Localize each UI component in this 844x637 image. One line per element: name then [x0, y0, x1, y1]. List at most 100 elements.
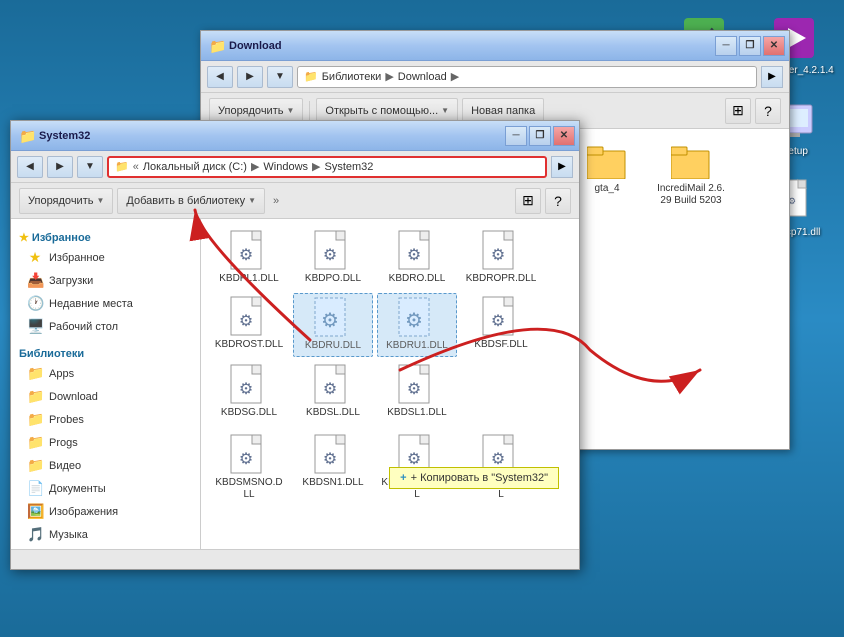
- kbdrost-icon: ⚙: [229, 297, 269, 337]
- copy-tooltip-text: + Копировать в "System32": [411, 472, 548, 484]
- sidebar-item-zagruzki[interactable]: 📥 Загрузки: [11, 269, 200, 292]
- explorer-bg-titlebar: 📁 Download ─ ❐ ✕: [201, 31, 789, 61]
- file-kbdsmsno[interactable]: ⚙ KBDSMSNO.DLL: [209, 431, 289, 505]
- sidebar-item-recentplaces[interactable]: 🕐 Недавние места: [11, 292, 200, 315]
- toolbar-sep-1: [309, 101, 310, 121]
- fg-favorites-header[interactable]: ★ Избранное: [11, 227, 200, 246]
- kbdro-icon: ⚙: [397, 231, 437, 271]
- kbdpl1-icon: ⚙: [229, 231, 269, 271]
- apps-icon: 📁: [27, 365, 43, 382]
- zagruzki-label: Загрузки: [49, 275, 93, 287]
- explorer-fg-forward-btn[interactable]: ▶: [47, 156, 73, 178]
- explorer-fg-title: System32: [39, 130, 90, 142]
- organize-arrow: ▼: [286, 106, 294, 115]
- explorer-fg-addlibrary-btn[interactable]: Добавить в библиотеку ▼: [117, 188, 265, 214]
- file-incredimail[interactable]: IncrediMail 2.6.29 Build 5203: [651, 137, 731, 223]
- file-incredimail-icon: [671, 141, 711, 181]
- explorer-bg-views-btn[interactable]: ⊞: [725, 98, 751, 124]
- svg-text:⚙: ⚙: [239, 313, 253, 330]
- sidebar-item-download[interactable]: 📁 Download: [11, 385, 200, 408]
- video-label: Видео: [49, 460, 81, 472]
- svg-text:⚙: ⚙: [407, 247, 421, 264]
- sidebar-item-music[interactable]: 🎵 Музыка: [11, 523, 200, 546]
- explorer-bg-minimize-btn[interactable]: ─: [715, 36, 737, 56]
- path-part-download: Download: [398, 71, 447, 83]
- explorer-fg-dropdown-btn[interactable]: ▼: [77, 156, 103, 178]
- explorer-bg-restore-btn[interactable]: ❐: [739, 36, 761, 56]
- svg-text:⚙: ⚙: [323, 451, 337, 468]
- explorer-bg-dropdown-btn[interactable]: ▼: [267, 66, 293, 88]
- explorer-fg-views-btn[interactable]: ⊞: [515, 188, 541, 214]
- explorer-fg-statusbar: [11, 549, 579, 569]
- explorer-fg-minimize-btn[interactable]: ─: [505, 126, 527, 146]
- explorer-bg-close-btn[interactable]: ✕: [763, 36, 785, 56]
- path-part-localdisk: Локальный диск (C:): [143, 161, 247, 173]
- sidebar-item-apps[interactable]: 📁 Apps: [11, 362, 200, 385]
- explorer-fg-organize-btn[interactable]: Упорядочить ▼: [19, 188, 113, 214]
- svg-text:⚙: ⚙: [239, 247, 253, 264]
- explorer-fg-help-btn[interactable]: ?: [545, 188, 571, 214]
- file-kbdpl1[interactable]: ⚙ KBDPL1.DLL: [209, 227, 289, 289]
- explorer-fg-back-btn[interactable]: ◀: [17, 156, 43, 178]
- sidebar-item-probes[interactable]: 📁 Probes: [11, 408, 200, 431]
- svg-text:⚙: ⚙: [405, 310, 423, 332]
- explorer-fg-titlebar: 📁 System32 ─ ❐ ✕: [11, 121, 579, 151]
- file-kbdro[interactable]: ⚙ KBDRO.DLL: [377, 227, 457, 289]
- explorer-bg-title: Download: [229, 40, 282, 52]
- desktop: 📹 ispring_free_cam_8_7_0 KMPlayer_4.2.1.…: [0, 0, 844, 637]
- explorer-bg-icon: 📁: [209, 38, 225, 54]
- explorer-fg-main: ★ Избранное ★ Избранное 📥 Загрузки 🕐 Нед…: [11, 219, 579, 549]
- sidebar-item-video[interactable]: 📁 Видео: [11, 454, 200, 477]
- copy-plus-icon: +: [400, 472, 406, 484]
- kbdsg-icon: ⚙: [229, 365, 269, 405]
- sidebar-item-images[interactable]: 🖼️ Изображения: [11, 500, 200, 523]
- organize-label: Упорядочить: [218, 105, 283, 117]
- svg-text:⚙: ⚙: [239, 451, 253, 468]
- music-label: Музыка: [49, 529, 88, 541]
- file-kbdru[interactable]: ⚙ KBDRU.DLL: [293, 293, 373, 357]
- download-label: Download: [49, 391, 98, 403]
- file-kbdsl1[interactable]: ⚙ KBDSL1.DLL: [377, 361, 457, 423]
- kbdrost-name: KBDROST.DLL: [215, 339, 283, 351]
- zagruzki-icon: 📥: [27, 272, 43, 289]
- copy-tooltip: + + Копировать в "System32": [389, 467, 559, 489]
- explorer-fg-close-btn[interactable]: ✕: [553, 126, 575, 146]
- explorer-fg-path[interactable]: 📁 « Локальный диск (C:) ▶ Windows ▶ Syst…: [107, 156, 547, 178]
- file-kbdrost[interactable]: ⚙ KBDROST.DLL: [209, 293, 289, 357]
- kbdsf-icon: ⚙: [481, 297, 521, 337]
- explorer-fg-restore-btn[interactable]: ❐: [529, 126, 551, 146]
- path-folder-icon-fg: 📁: [115, 160, 129, 173]
- file-kbdpo[interactable]: ⚙ KBDPO.DLL: [293, 227, 373, 289]
- explorer-bg-help-btn[interactable]: ?: [755, 98, 781, 124]
- sidebar-item-desktop[interactable]: 🖥️ Рабочий стол: [11, 315, 200, 338]
- file-kbdsl[interactable]: ⚙ KBDSL.DLL: [293, 361, 373, 423]
- music-icon: 🎵: [27, 526, 43, 543]
- file-kbdsg[interactable]: ⚙ KBDSG.DLL: [209, 361, 289, 423]
- kbdsl-name: KBDSL.DLL: [306, 407, 360, 419]
- explorer-bg-path[interactable]: 📁 Библиотеки ▶ Download ▶: [297, 66, 757, 88]
- sidebar-item-progs[interactable]: 📁 Progs: [11, 431, 200, 454]
- kbdru-icon: ⚙: [313, 298, 353, 338]
- kbdpo-name: KBDPO.DLL: [305, 273, 361, 285]
- path-part-libraries: Библиотеки: [322, 71, 382, 83]
- fg-organize-label: Упорядочить: [28, 195, 93, 207]
- explorer-fg-filegrid: ⚙ KBDPL1.DLL ⚙ KBDPO.DLL: [201, 219, 579, 549]
- fg-addlibrary-label: Добавить в библиотеку: [126, 195, 245, 207]
- kbdsg-name: KBDSG.DLL: [221, 407, 277, 419]
- fg-organize-arrow: ▼: [96, 196, 104, 205]
- explorer-bg-forward-btn[interactable]: ▶: [237, 66, 263, 88]
- explorer-bg-go-btn[interactable]: ▶: [761, 66, 783, 88]
- file-kbdsf[interactable]: ⚙ KBDSF.DLL: [461, 293, 541, 357]
- file-kbdsn1[interactable]: ⚙ KBDSN1.DLL: [293, 431, 373, 505]
- probes-icon: 📁: [27, 411, 43, 428]
- file-incredimail-name: IncrediMail 2.6.29 Build 5203: [655, 183, 727, 207]
- fg-libraries-header[interactable]: Библиотеки: [11, 344, 200, 362]
- explorer-fg-go-btn[interactable]: ▶: [551, 156, 573, 178]
- kbdropr-icon: ⚙: [481, 231, 521, 271]
- file-kbdru1[interactable]: ⚙ KBDRU1.DLL: [377, 293, 457, 357]
- file-kbdropr[interactable]: ⚙ KBDROPR.DLL: [461, 227, 541, 289]
- sidebar-item-documents[interactable]: 📄 Документы: [11, 477, 200, 500]
- explorer-bg-back-btn[interactable]: ◀: [207, 66, 233, 88]
- sidebar-item-izbrannoe[interactable]: ★ Избранное: [11, 246, 200, 269]
- kbdsn1-icon: ⚙: [313, 435, 353, 475]
